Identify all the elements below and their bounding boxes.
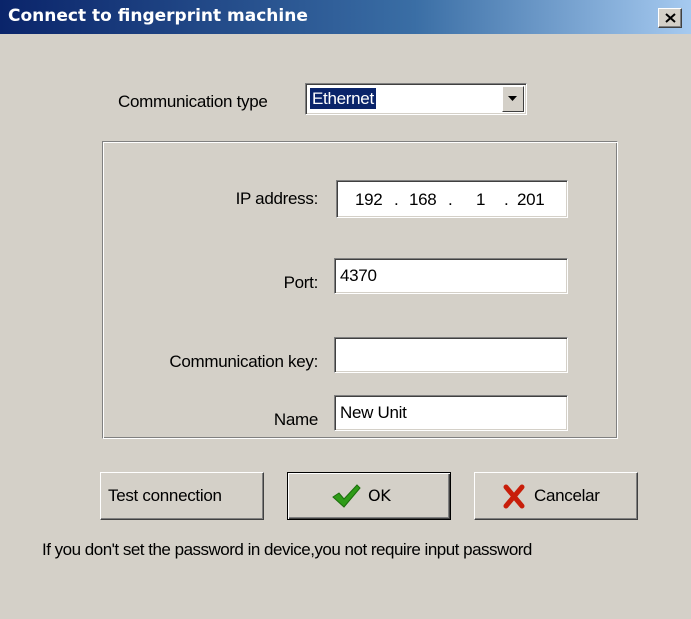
ip-octet-4[interactable]: 201 [517,190,545,210]
name-label: Name [273,410,318,429]
port-input[interactable]: 4370 [334,258,568,294]
name-value: New Unit [340,403,407,422]
ok-button[interactable]: OK [287,472,451,520]
communication-type-value: Ethernet [309,87,377,110]
communication-type-select[interactable]: Ethernet [305,83,527,115]
dropdown-button[interactable] [502,86,524,112]
cancel-label: Cancelar [534,486,600,505]
name-input[interactable]: New Unit [334,395,568,431]
cancel-button[interactable]: Cancelar [474,472,638,520]
ip-address-label: IP address: [235,189,319,208]
test-connection-label: Test connection [108,486,222,505]
checkmark-icon [332,484,361,508]
password-note: If you don't set the password in device,… [42,540,532,559]
chevron-down-icon [508,96,517,101]
cancel-x-icon [503,484,525,509]
ip-dot-1: . [394,190,399,209]
close-icon [665,13,676,23]
close-button[interactable] [658,8,682,28]
window-title: Connect to fingerprint machine [8,6,308,26]
communication-type-label: Communication type [118,92,268,111]
title-bar[interactable]: Connect to fingerprint machine [0,0,691,34]
ip-dot-3: . [504,190,509,209]
ip-octet-2[interactable]: 168 [409,190,437,210]
dialog-window: Connect to fingerprint machine Communica… [0,0,691,619]
ok-label: OK [368,486,391,505]
communication-key-input[interactable] [334,337,568,373]
ip-octet-3[interactable]: 1 [476,190,485,210]
test-connection-button[interactable]: Test connection [100,472,264,520]
communication-key-label: Communication key: [169,352,318,371]
ip-address-field[interactable]: 192 . 168 . 1 . 201 [336,180,568,218]
port-value: 4370 [340,266,377,285]
ip-dot-2: . [448,190,453,209]
port-label: Port: [283,273,319,292]
ip-octet-1[interactable]: 192 [355,190,383,210]
